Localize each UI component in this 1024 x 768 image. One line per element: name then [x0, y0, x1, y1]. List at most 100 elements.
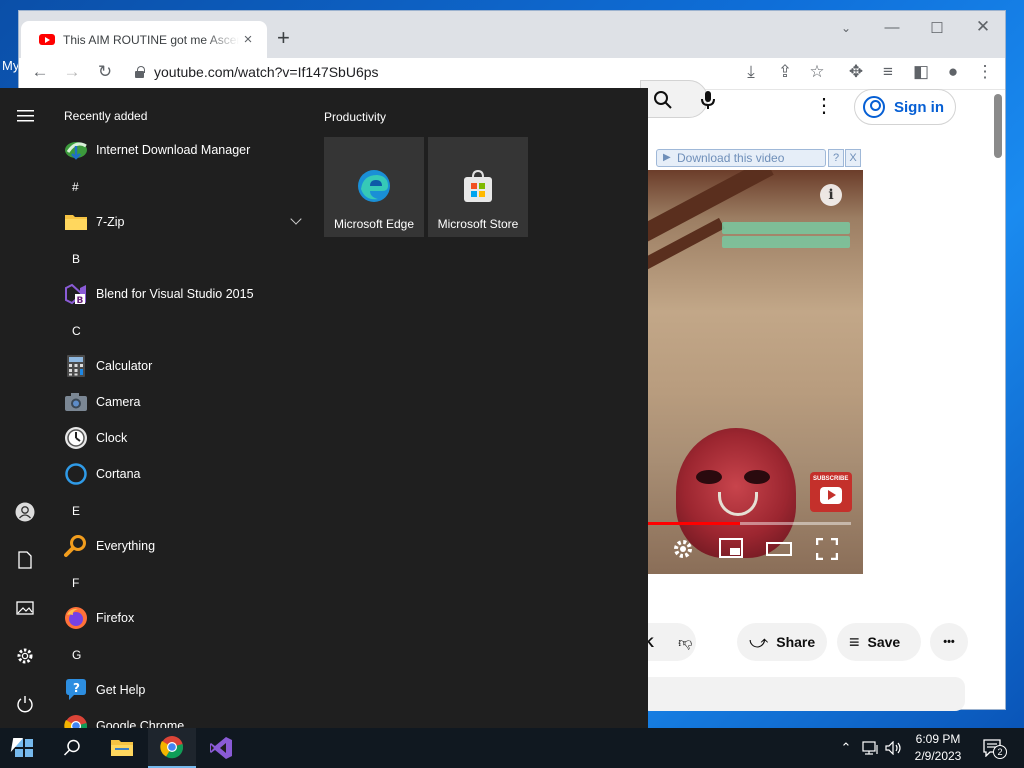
svg-text:?: ?: [73, 681, 80, 695]
chrome-icon: [64, 715, 87, 728]
save-button[interactable]: ≡ Save: [837, 623, 921, 661]
app-google-chrome[interactable]: Google Chrome: [56, 708, 310, 728]
miniplayer-icon[interactable]: [719, 538, 743, 558]
app-7zip[interactable]: 7-Zip: [56, 204, 310, 240]
app-get-help[interactable]: ? Get Help: [56, 672, 310, 708]
network-tray-button[interactable]: [860, 728, 882, 768]
theater-mode-icon[interactable]: [766, 542, 792, 556]
action-center-button[interactable]: 2: [978, 728, 1008, 768]
bookmark-star-icon[interactable]: ☆: [805, 62, 829, 82]
hamburger-icon: [16, 110, 34, 122]
power-icon: [17, 696, 33, 713]
sign-in-button[interactable]: Sign in: [854, 89, 956, 125]
app-label: Clock: [96, 431, 128, 445]
browser-tab[interactable]: This AIM ROUTINE got me Ascendant ×: [21, 21, 267, 58]
taskbar-visual-studio[interactable]: [197, 728, 245, 768]
video-killfeed: [722, 222, 850, 234]
chrome-menu-icon[interactable]: ⋮: [973, 62, 997, 82]
tab-close-icon[interactable]: ×: [239, 31, 257, 48]
save-playlist-icon: ≡: [849, 631, 860, 652]
youtube-settings-icon[interactable]: ⋮: [814, 96, 834, 116]
youtube-search-button[interactable]: [640, 80, 708, 118]
profile-avatar-icon[interactable]: ●: [941, 62, 965, 82]
reload-button[interactable]: ↻: [93, 62, 117, 82]
network-icon: [862, 741, 878, 755]
tile-label: Microsoft Store: [437, 217, 519, 231]
group-letter[interactable]: B: [72, 252, 80, 266]
minimize-button[interactable]: —: [872, 19, 912, 36]
fullscreen-icon[interactable]: [816, 538, 838, 560]
video-mask-eye: [696, 470, 722, 484]
clock-time: 6:09 PM: [915, 732, 961, 746]
close-window-button[interactable]: ✕: [963, 17, 1003, 37]
settings-button[interactable]: [12, 643, 38, 669]
side-panel-icon[interactable]: ◧: [909, 62, 933, 82]
pictures-icon: [16, 601, 34, 615]
documents-button[interactable]: [12, 547, 38, 573]
group-letter[interactable]: F: [72, 576, 79, 590]
user-account-button[interactable]: [12, 499, 38, 525]
page-scrollbar[interactable]: [994, 94, 1002, 158]
description-box[interactable]: [640, 677, 965, 711]
app-camera[interactable]: Camera: [56, 384, 310, 420]
start-button[interactable]: [0, 728, 48, 768]
app-internet-download-manager[interactable]: Internet Download Manager: [56, 132, 310, 168]
video-player[interactable]: i: [630, 170, 863, 574]
power-button[interactable]: [12, 691, 38, 717]
clock-date: 2/9/2023: [914, 749, 962, 763]
group-letter[interactable]: #: [72, 180, 79, 194]
store-icon: [464, 169, 492, 202]
app-everything[interactable]: Everything: [56, 528, 310, 564]
expand-menu-button[interactable]: [12, 103, 38, 129]
group-letter[interactable]: C: [72, 324, 81, 338]
tab-title: This AIM ROUTINE got me Ascendant: [63, 32, 239, 47]
group-letter[interactable]: E: [72, 504, 80, 518]
visual-studio-icon: [210, 737, 232, 759]
pictures-button[interactable]: [12, 595, 38, 621]
new-tab-button[interactable]: +: [277, 25, 290, 51]
tile-microsoft-store[interactable]: Microsoft Store: [428, 137, 528, 237]
app-cortana[interactable]: Cortana: [56, 456, 310, 492]
app-clock[interactable]: Clock: [56, 420, 310, 456]
tile-microsoft-edge[interactable]: Microsoft Edge: [324, 137, 424, 237]
taskbar-file-explorer[interactable]: [98, 728, 146, 768]
taskbar-chrome[interactable]: [148, 728, 196, 768]
idm-download-bar[interactable]: Download this video: [656, 149, 826, 167]
group-letter[interactable]: G: [72, 648, 81, 662]
app-firefox[interactable]: Firefox: [56, 600, 310, 636]
extensions-icon[interactable]: ✥: [844, 62, 868, 82]
maximize-button[interactable]: ☐: [917, 19, 957, 37]
cortana-icon: [65, 463, 87, 485]
video-settings-gear-icon[interactable]: [672, 538, 694, 560]
chevron-down-icon[interactable]: [290, 213, 302, 225]
show-hidden-icons-button[interactable]: ⌃: [836, 728, 856, 768]
file-explorer-icon: [111, 740, 133, 756]
back-button[interactable]: ←: [28, 62, 52, 82]
share-page-icon[interactable]: ⇪: [773, 62, 797, 82]
url-text[interactable]: youtube.com/watch?v=If147SbU6ps: [154, 64, 379, 80]
edge-icon: [358, 170, 390, 202]
idm-help-button[interactable]: ?: [828, 149, 844, 167]
tile-label: Microsoft Edge: [333, 217, 415, 231]
browser-toolbar: ← → ↻ youtube.com/watch?v=If147SbU6ps ⤓ …: [19, 58, 1005, 90]
share-button[interactable]: ⤻ Share: [737, 623, 827, 661]
volume-tray-button[interactable]: [884, 728, 904, 768]
lock-icon[interactable]: [135, 65, 145, 78]
taskbar-search-button[interactable]: [48, 728, 96, 768]
desktop-icon-label[interactable]: My: [2, 58, 19, 73]
media-control-icon[interactable]: ≡: [876, 62, 900, 82]
dislike-icon[interactable]: 👎︎: [678, 634, 692, 651]
svg-text:B: B: [77, 296, 84, 306]
idm-close-button[interactable]: X: [845, 149, 861, 167]
blend-icon: B: [65, 283, 86, 306]
install-app-icon[interactable]: ⤓: [739, 62, 763, 82]
app-calculator[interactable]: Calculator: [56, 348, 310, 384]
app-blend-vs2015[interactable]: B Blend for Visual Studio 2015: [56, 276, 310, 312]
more-actions-button[interactable]: •••: [930, 623, 968, 661]
forward-button[interactable]: →: [60, 62, 84, 82]
everything-icon: [64, 535, 86, 557]
video-info-icon[interactable]: i: [820, 184, 842, 206]
system-clock[interactable]: 6:09 PM 2/9/2023: [904, 731, 972, 765]
tab-search-icon[interactable]: ⌄: [826, 21, 866, 35]
microphone-icon[interactable]: [700, 90, 716, 110]
